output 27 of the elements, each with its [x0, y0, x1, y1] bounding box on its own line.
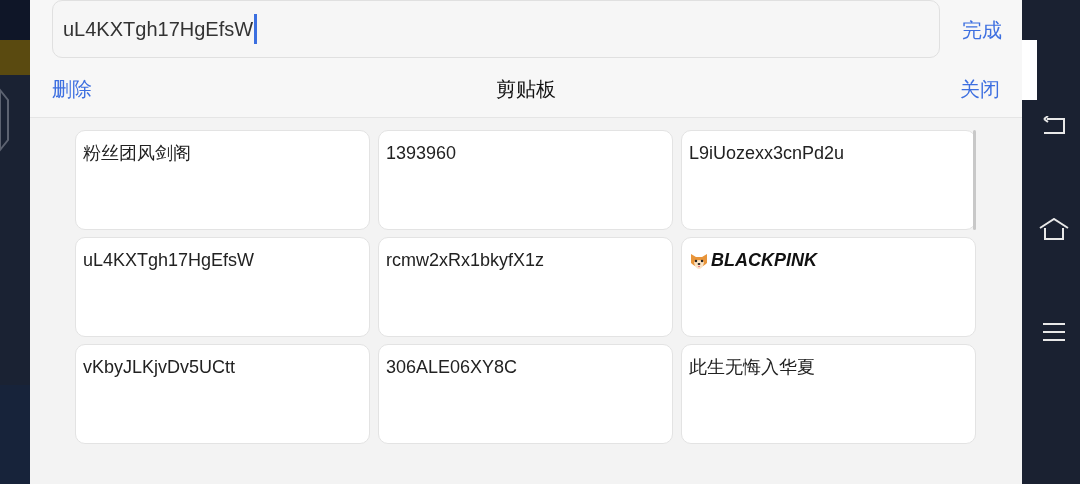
- done-button[interactable]: 完成: [962, 15, 1002, 45]
- clip-card[interactable]: 306ALE06XY8C: [378, 344, 673, 444]
- scrollbar[interactable]: [973, 130, 976, 230]
- clip-card[interactable]: L9iUozexx3cnPd2u: [681, 130, 976, 230]
- clip-text: rcmw2xRx1bkyfX1z: [386, 250, 545, 270]
- clip-text: vKbyJLKjvDv5UCtt: [83, 357, 236, 377]
- clip-text: 306ALE06XY8C: [386, 357, 518, 377]
- clip-text: 此生无悔入华夏: [689, 357, 815, 377]
- clip-card[interactable]: 1393960: [378, 130, 673, 230]
- clip-card[interactable]: 此生无悔入华夏: [681, 344, 976, 444]
- clip-text: 1393960: [386, 143, 457, 163]
- clip-text: L9iUozexx3cnPd2u: [689, 143, 845, 163]
- clip-text: 粉丝团风剑阁: [83, 143, 191, 163]
- clip-text: BLACKPINK: [711, 249, 817, 272]
- clip-text: uL4KXTgh17HgEfsW: [83, 250, 255, 270]
- clip-card[interactable]: BLACKPINK: [681, 237, 976, 337]
- menu-icon[interactable]: [1042, 322, 1066, 342]
- panel-title: 剪贴板: [496, 76, 556, 102]
- clip-card[interactable]: vKbyJLKjvDv5UCtt: [75, 344, 370, 444]
- back-icon[interactable]: [1042, 116, 1066, 136]
- clip-card[interactable]: rcmw2xRx1bkyfX1z: [378, 237, 673, 337]
- input-field[interactable]: uL4KXTgh17HgEfsW: [52, 0, 940, 58]
- delete-button[interactable]: 删除: [52, 73, 92, 104]
- clip-card[interactable]: 粉丝团风剑阁: [75, 130, 370, 230]
- close-button[interactable]: 关闭: [960, 73, 1000, 104]
- clip-card[interactable]: uL4KXTgh17HgEfsW: [75, 237, 370, 337]
- home-icon[interactable]: [1039, 218, 1069, 240]
